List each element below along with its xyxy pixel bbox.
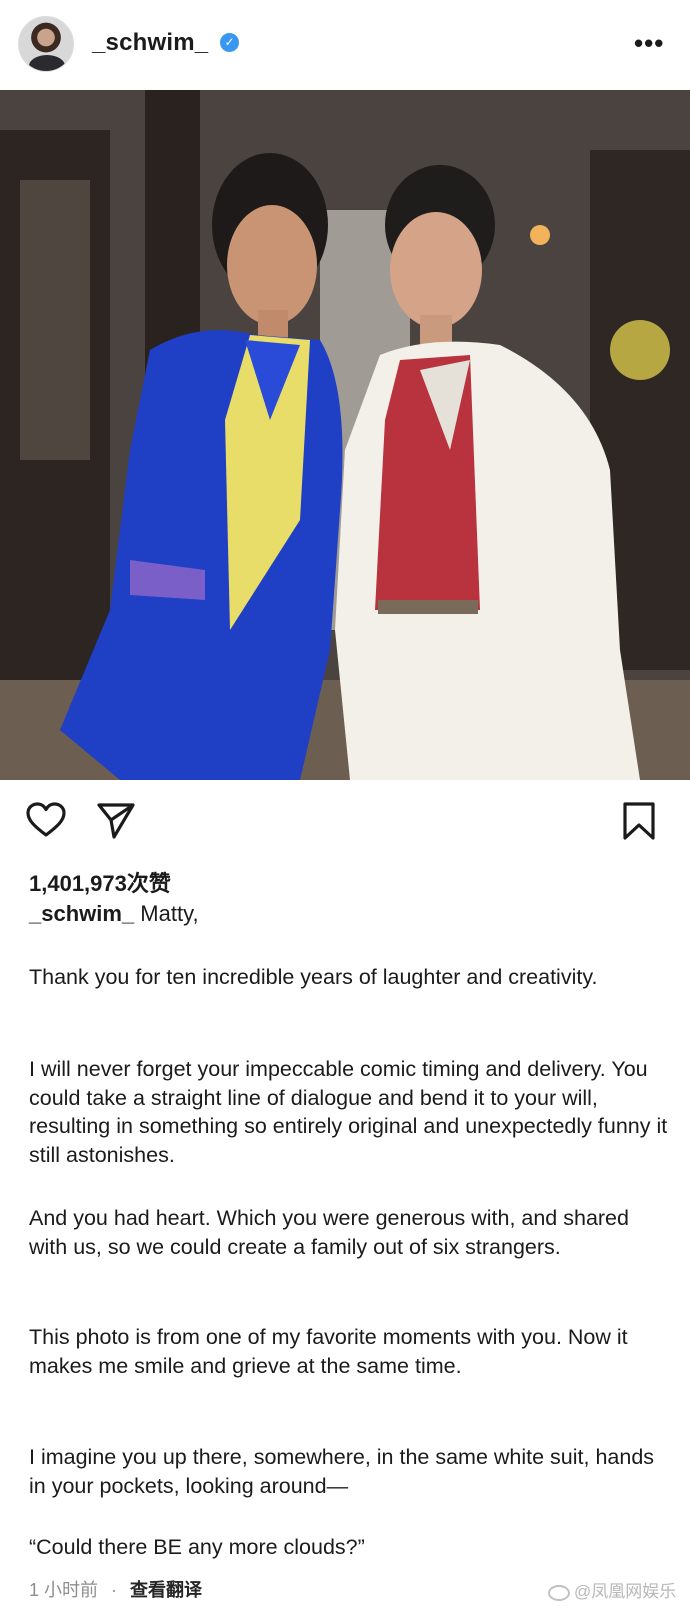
- separator: ·: [111, 1580, 118, 1600]
- post-username[interactable]: _schwim_: [92, 29, 208, 57]
- post-header: _schwim_ ✓ •••: [0, 0, 690, 90]
- caption-paragraph: This photo is from one of my favorite mo…: [29, 1325, 628, 1378]
- face-right: [390, 212, 482, 328]
- caption-paragraph: Thank you for ten incredible years of la…: [29, 965, 598, 989]
- belt: [378, 600, 478, 614]
- caption-quote: “Could there BE any more clouds?”: [29, 1535, 365, 1559]
- post-footer: 1 小时前 · 查看翻译: [29, 1576, 202, 1602]
- timestamp: 1 小时前: [29, 1580, 99, 1600]
- watermark-text: @凤凰网娱乐: [574, 1582, 677, 1601]
- caption-header: _schwim_ Matty,: [29, 901, 199, 927]
- bookmark-icon[interactable]: [622, 802, 656, 845]
- caption-paragraph: I imagine you up there, somewhere, in th…: [29, 1445, 655, 1498]
- face-left: [227, 205, 317, 325]
- verified-badge-icon: ✓: [220, 33, 239, 52]
- caption-paragraph: And you had heart. Which you were genero…: [29, 1206, 629, 1259]
- weibo-logo-icon: [548, 1584, 570, 1601]
- more-options-icon[interactable]: •••: [634, 28, 664, 59]
- avatar[interactable]: [18, 16, 74, 72]
- photo-illustration: [0, 90, 690, 780]
- caption-paragraph: I will never forget your impeccable comi…: [29, 1057, 668, 1167]
- send-icon[interactable]: [96, 802, 136, 845]
- caption-opening: Matty,: [140, 901, 199, 926]
- like-count[interactable]: 1,401,973次赞: [29, 866, 171, 898]
- post-photo[interactable]: [0, 90, 690, 780]
- flowers: [610, 320, 670, 380]
- action-bar: [0, 780, 690, 860]
- heart-icon[interactable]: [26, 802, 66, 843]
- caption-username[interactable]: _schwim_: [29, 901, 134, 926]
- wall-lamp: [530, 225, 550, 245]
- watermark: @凤凰网娱乐: [548, 1577, 676, 1602]
- translate-link[interactable]: 查看翻译: [130, 1580, 202, 1600]
